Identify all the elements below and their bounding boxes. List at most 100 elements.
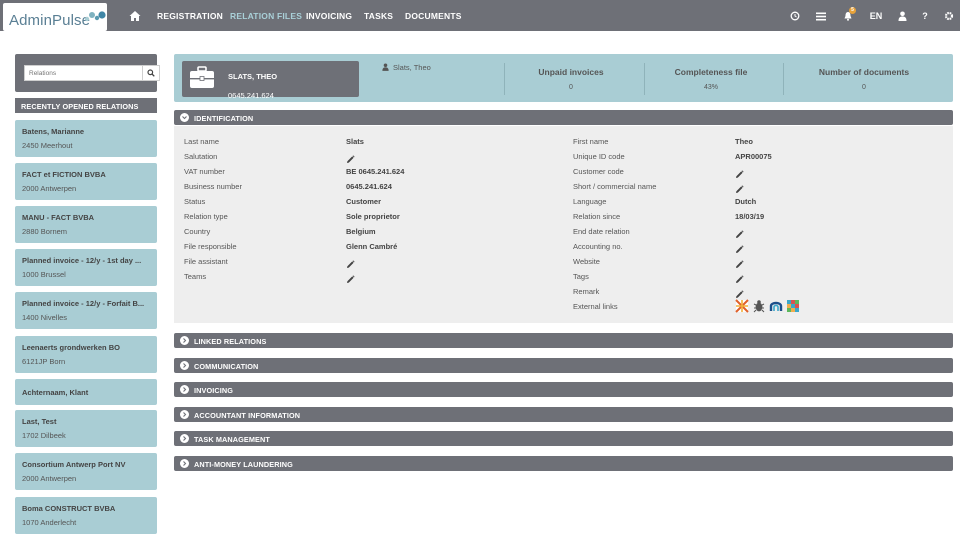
pencil-icon[interactable]	[735, 256, 744, 268]
external-link-ranking-icon[interactable]	[735, 299, 749, 313]
pencil-icon[interactable]	[735, 286, 744, 298]
section-linked-relations[interactable]: LINKED RELATIONS	[174, 333, 953, 348]
relation-name: Planned invoice - 12/y - Forfait B...	[22, 299, 145, 308]
external-link-grid-icon[interactable]	[786, 299, 800, 313]
field-label: Tags	[573, 272, 589, 281]
pencil-icon[interactable]	[735, 181, 744, 193]
pencil-icon[interactable]	[735, 271, 744, 283]
chevron-down-icon	[180, 113, 189, 122]
field-label: VAT number	[184, 167, 225, 176]
field-value[interactable]: Slats	[346, 137, 364, 146]
chevron-right-icon	[180, 459, 189, 468]
field-value[interactable]: BE 0645.241.624	[346, 167, 404, 176]
search-icon	[147, 69, 155, 77]
nav-invoicing[interactable]: INVOICING	[306, 11, 352, 21]
pencil-icon[interactable]	[735, 166, 744, 178]
field-value[interactable]: Theo	[735, 137, 753, 146]
clock-icon[interactable]	[788, 9, 802, 23]
field-label: Short / commercial name	[573, 182, 657, 191]
search-button[interactable]	[142, 65, 160, 81]
help-icon[interactable]: ?	[918, 9, 932, 23]
relation-name: Consortium Antwerp Port NV	[22, 460, 126, 469]
field-label: Status	[184, 197, 206, 206]
home-icon[interactable]	[128, 9, 142, 23]
nav-tasks[interactable]: TASKS	[364, 11, 393, 21]
field-value[interactable]: 18/03/19	[735, 212, 764, 221]
field-value[interactable]: Belgium	[346, 227, 376, 236]
nav-registration[interactable]: REGISTRATION	[157, 11, 223, 21]
field-label: Country	[184, 227, 211, 236]
relation-list-item[interactable]: Leenaerts grondwerken BO 6121JP Born	[15, 336, 157, 373]
pencil-icon[interactable]	[735, 226, 744, 238]
relation-list-item[interactable]: MANU - FACT BVBA 2880 Bornem	[15, 206, 157, 243]
user-icon[interactable]	[895, 9, 909, 23]
field-label: Website	[573, 257, 600, 266]
pencil-icon[interactable]	[346, 256, 355, 268]
external-link-nbb-icon[interactable]	[769, 299, 783, 313]
list-icon[interactable]	[814, 9, 828, 23]
relation-city: 2880 Bornem	[22, 227, 68, 236]
contact-person[interactable]: Slats, Theo	[382, 63, 431, 72]
external-link-bug-icon[interactable]	[752, 299, 766, 313]
nav-documents[interactable]: DOCUMENTS	[405, 11, 462, 21]
relation-card: SLATS, THEO 0645.241.624	[182, 61, 359, 100]
top-navigation-bar: AdminPulse REGISTRATION RELATION FILES I…	[0, 0, 960, 31]
section-title: TASK MANAGEMENT	[194, 435, 270, 444]
language-selector[interactable]: EN	[868, 9, 884, 23]
chevron-right-icon	[180, 410, 189, 419]
relation-name: FACT et FICTION BVBA	[22, 170, 106, 179]
relation-list-item[interactable]: Last, Test 1702 Dilbeek	[15, 410, 157, 447]
pencil-icon[interactable]	[346, 151, 355, 163]
bell-icon[interactable]: 5	[841, 7, 856, 23]
field-label: Customer code	[573, 167, 624, 176]
pencil-icon[interactable]	[735, 241, 744, 253]
section-anti-money-laundering[interactable]: ANTI-MONEY LAUNDERING	[174, 456, 953, 471]
section-title: INVOICING	[194, 386, 234, 395]
relation-list-item[interactable]: Achternaam, Klant	[15, 379, 157, 405]
field-value[interactable]: Sole proprietor	[346, 212, 400, 221]
relation-list-item[interactable]: Batens, Marianne 2450 Meerhout	[15, 120, 157, 157]
gear-icon[interactable]	[942, 9, 956, 23]
section-identification[interactable]: IDENTIFICATION	[174, 110, 953, 125]
logo[interactable]: AdminPulse	[3, 3, 107, 31]
relation-list-item[interactable]: Consortium Antwerp Port NV 2000 Antwerpen	[15, 453, 157, 490]
field-value[interactable]: APR00075	[735, 152, 772, 161]
stat-number-of-documents[interactable]: Number of documents 0	[774, 67, 954, 91]
relation-list-item[interactable]: Boma CONSTRUCT BVBA 1070 Anderlecht	[15, 497, 157, 534]
section-accountant-information[interactable]: ACCOUNTANT INFORMATION	[174, 407, 953, 422]
relation-search-input[interactable]	[24, 65, 143, 81]
field-value[interactable]: Customer	[346, 197, 381, 206]
person-icon	[382, 63, 389, 71]
relation-header: SLATS, THEO 0645.241.624 Slats, Theo Unp…	[174, 54, 953, 102]
chevron-right-icon	[180, 434, 189, 443]
nav-relation-files[interactable]: RELATION FILES	[230, 11, 302, 21]
field-value[interactable]: 0645.241.624	[346, 182, 392, 191]
relation-list-item[interactable]: FACT et FICTION BVBA 2000 Antwerpen	[15, 163, 157, 200]
pencil-icon[interactable]	[346, 271, 355, 283]
relation-name: MANU - FACT BVBA	[22, 213, 95, 222]
chevron-right-icon	[180, 361, 189, 370]
relation-city: 1070 Anderlecht	[22, 518, 77, 527]
relation-city: 2000 Antwerpen	[22, 184, 77, 193]
field-label: Business number	[184, 182, 242, 191]
section-invoicing[interactable]: INVOICING	[174, 382, 953, 397]
section-title: LINKED RELATIONS	[194, 337, 267, 346]
section-task-management[interactable]: TASK MANAGEMENT	[174, 431, 953, 446]
stat-value: 0	[862, 84, 866, 91]
relation-city: 1000 Brussel	[22, 270, 66, 279]
field-value[interactable]: Glenn Cambré	[346, 242, 397, 251]
recent-relations-heading: RECENTLY OPENED RELATIONS	[15, 98, 157, 113]
logo-text: AdminPulse	[9, 12, 91, 29]
relation-list-item[interactable]: Planned invoice - 12/y - Forfait B... 140…	[15, 292, 157, 329]
chevron-right-icon	[180, 385, 189, 394]
relation-city: 6121JP Born	[22, 357, 66, 366]
field-value[interactable]: Dutch	[735, 197, 756, 206]
relation-card-vat: 0645.241.624	[228, 91, 274, 100]
field-label: Remark	[573, 287, 600, 296]
section-communication[interactable]: COMMUNICATION	[174, 358, 953, 373]
field-label: Accounting no.	[573, 242, 623, 251]
section-title: COMMUNICATION	[194, 362, 259, 371]
relation-list-item[interactable]: Planned invoice - 12/y - 1st day ... 1000…	[15, 249, 157, 286]
relation-city: 2000 Antwerpen	[22, 474, 77, 483]
field-label: File assistant	[184, 257, 228, 266]
